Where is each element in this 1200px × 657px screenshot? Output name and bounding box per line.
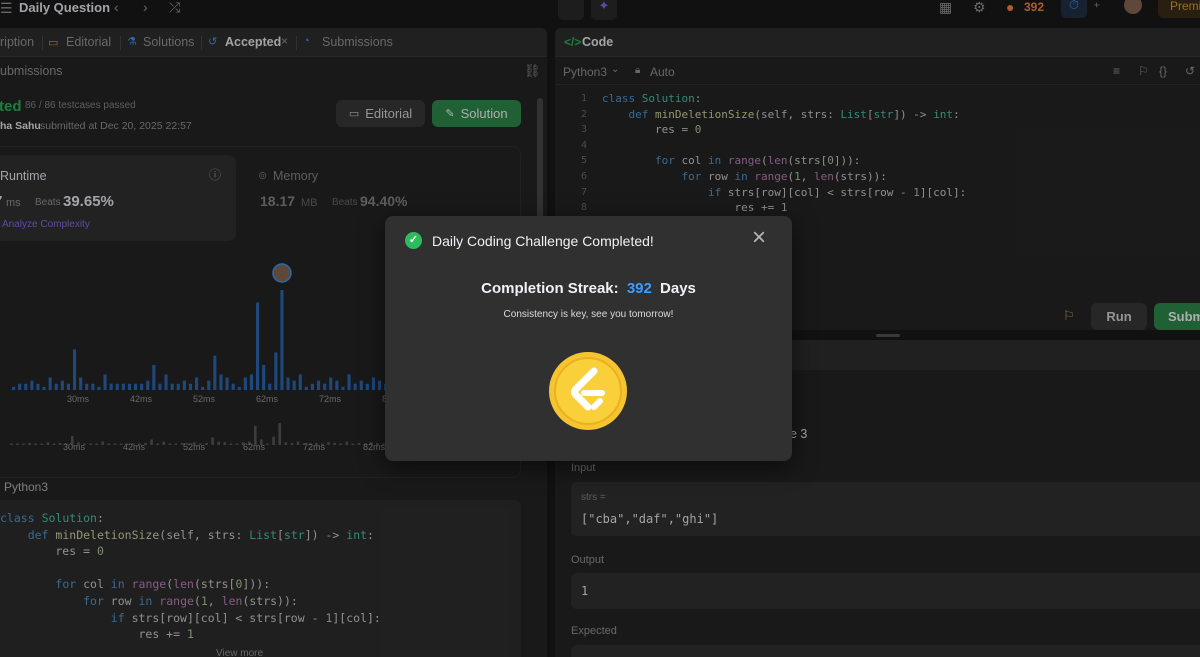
leetcode-coin-icon bbox=[549, 352, 627, 430]
close-icon[interactable]: × bbox=[752, 226, 766, 250]
streak-value: 392 bbox=[626, 280, 652, 297]
streak-unit: Days bbox=[660, 280, 696, 297]
streak-line: Completion Streak: 392 Days bbox=[385, 280, 792, 297]
modal-title: Daily Coding Challenge Completed! bbox=[432, 233, 654, 249]
modal-subtitle: Consistency is key, see you tomorrow! bbox=[503, 309, 674, 320]
daily-challenge-modal: ✓ Daily Coding Challenge Completed! × Co… bbox=[385, 216, 792, 461]
streak-label: Completion Streak: bbox=[481, 280, 619, 297]
check-circle-icon: ✓ bbox=[405, 232, 422, 249]
